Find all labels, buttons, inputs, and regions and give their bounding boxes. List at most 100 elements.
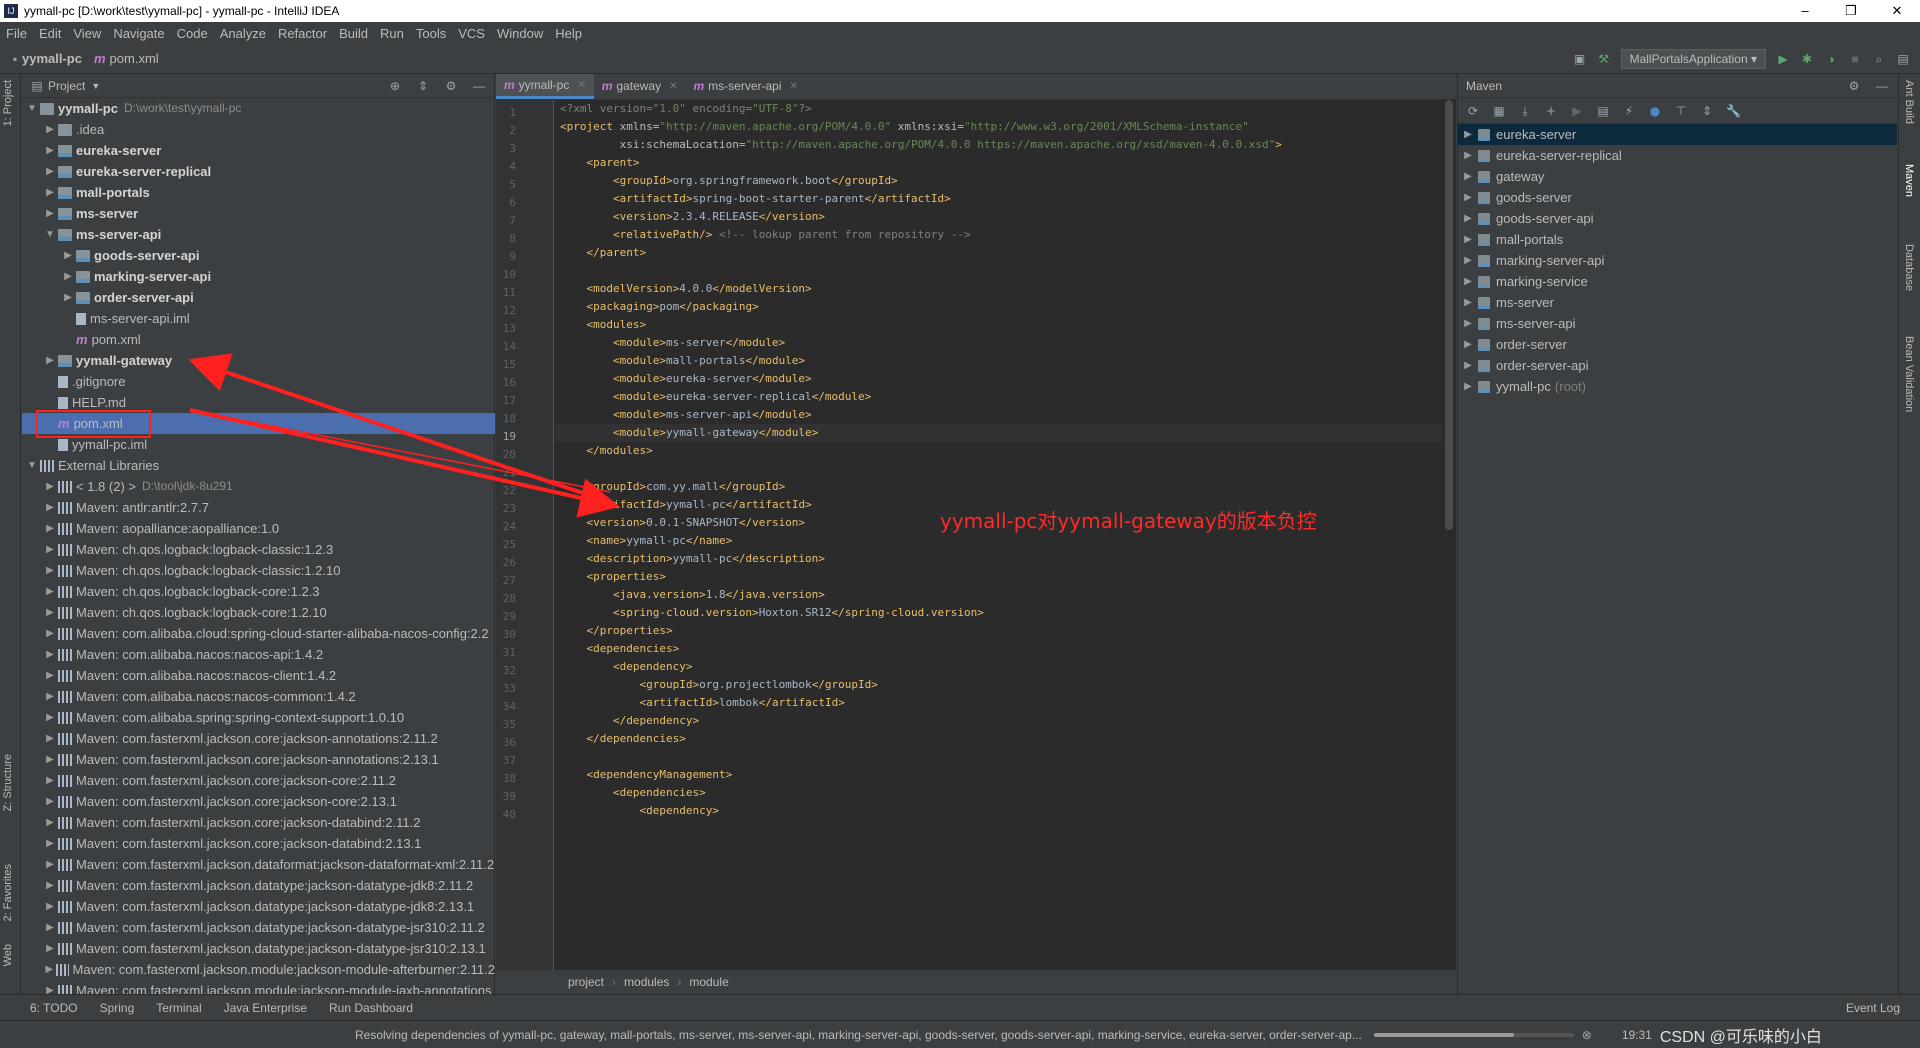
close-tab-icon[interactable]: ✕ <box>790 74 798 99</box>
hide-icon[interactable]: — <box>472 79 486 93</box>
tree-item[interactable]: ▶ eureka-server-replical <box>22 161 495 182</box>
tab-database[interactable]: Database <box>1903 244 1915 291</box>
chevron-down-icon[interactable]: ▼ <box>26 455 38 476</box>
chevron-right-icon[interactable]: ▶ <box>44 917 56 938</box>
code-line[interactable]: <version>0.0.1-SNAPSHOT</version> <box>560 514 806 532</box>
minimize-button[interactable]: – <box>1782 3 1828 19</box>
execute-goal-icon[interactable]: ▤ <box>1596 104 1610 118</box>
chevron-right-icon[interactable]: ▶ <box>62 245 74 266</box>
code-line[interactable]: <artifactId>yymall-pc</artifactId> <box>560 496 812 514</box>
chevron-right-icon[interactable]: ▶ <box>44 539 56 560</box>
chevron-right-icon[interactable]: ▶ <box>44 707 56 728</box>
code-line[interactable]: <modules> <box>560 316 647 334</box>
chevron-right-icon[interactable]: ▶ <box>44 560 56 581</box>
tree-item[interactable]: ▶ goods-server-api <box>22 245 495 266</box>
code-line[interactable]: xsi:schemaLocation="http://maven.apache.… <box>560 136 1282 154</box>
tab-terminal[interactable]: Terminal <box>156 1001 201 1015</box>
tree-item[interactable]: m pom.xml <box>22 329 495 350</box>
tree-item[interactable]: ▶ marking-server-api <box>22 266 495 287</box>
chevron-right-icon[interactable]: ▶ <box>1458 124 1478 145</box>
chevron-right-icon[interactable]: ▶ <box>44 581 56 602</box>
tree-item[interactable]: ▶ mall-portals <box>22 182 495 203</box>
chevron-right-icon[interactable]: ▶ <box>1458 208 1478 229</box>
tree-item[interactable]: ▼ External Libraries <box>22 455 495 476</box>
collapse-all-icon[interactable]: ⇕ <box>416 79 430 93</box>
collapse-all-icon[interactable]: ⇕ <box>1700 104 1714 118</box>
menu-file[interactable]: File <box>0 26 33 41</box>
code-line[interactable]: <packaging>pom</packaging> <box>560 298 759 316</box>
code-line[interactable]: <relativePath/> <!-- lookup parent from … <box>560 226 971 244</box>
breadcrumb-item[interactable]: modules <box>624 975 669 989</box>
maven-project-item[interactable]: ▶ order-server <box>1458 334 1897 355</box>
tree-item[interactable]: ▶ Maven: ch.qos.logback:logback-core:1.2.… <box>22 602 495 623</box>
tab-todo[interactable]: 6: TODO <box>30 1001 78 1015</box>
tree-item[interactable]: ▶ Maven: com.alibaba.nacos:nacos-client:1… <box>22 665 495 686</box>
code-line[interactable]: <project xmlns="http://maven.apache.org/… <box>560 118 1249 136</box>
tree-item[interactable]: ▶ ms-server <box>22 203 495 224</box>
coverage-icon[interactable]: ◑ <box>1824 52 1838 66</box>
chevron-right-icon[interactable]: ▶ <box>1458 313 1478 334</box>
tree-item[interactable]: ▶ Maven: com.fasterxml.jackson.dataformat… <box>22 854 495 875</box>
chevron-right-icon[interactable]: ▶ <box>1458 292 1478 313</box>
project-view-select[interactable]: Project <box>48 79 85 93</box>
chevron-right-icon[interactable]: ▶ <box>44 728 56 749</box>
run-icon[interactable]: ▶ <box>1776 52 1790 66</box>
tree-item[interactable]: ▶ order-server-api <box>22 287 495 308</box>
tab-favorites[interactable]: 2: Favorites <box>2 864 14 921</box>
menu-window[interactable]: Window <box>491 26 549 41</box>
tree-item[interactable]: ▶ Maven: ch.qos.logback:logback-classic:1… <box>22 560 495 581</box>
code-line[interactable]: </dependency> <box>560 712 699 730</box>
maximize-button[interactable]: ❐ <box>1828 3 1874 19</box>
chevron-right-icon[interactable]: ▶ <box>1458 145 1478 166</box>
chevron-right-icon[interactable]: ▶ <box>44 476 56 497</box>
tree-item[interactable]: ▶ Maven: com.fasterxml.jackson.core:jacks… <box>22 833 495 854</box>
maven-project-item[interactable]: ▶ gateway <box>1458 166 1897 187</box>
chevron-right-icon[interactable]: ▶ <box>44 686 56 707</box>
tree-item[interactable]: ▶ Maven: aopalliance:aopalliance:1.0 <box>22 518 495 539</box>
chevron-right-icon[interactable]: ▶ <box>44 791 56 812</box>
chevron-right-icon[interactable]: ▶ <box>44 140 56 161</box>
code-line[interactable]: </dependencies> <box>560 730 686 748</box>
chevron-right-icon[interactable]: ▶ <box>44 875 56 896</box>
generate-sources-icon[interactable]: ▦ <box>1492 104 1506 118</box>
chevron-right-icon[interactable]: ▶ <box>44 350 56 371</box>
reload-icon[interactable]: ⟳ <box>1466 104 1480 118</box>
chevron-right-icon[interactable]: ▶ <box>1458 166 1478 187</box>
chevron-right-icon[interactable]: ▶ <box>44 182 56 203</box>
tab-event-log[interactable]: Event Log <box>1846 1001 1920 1015</box>
menu-navigate[interactable]: Navigate <box>107 26 170 41</box>
tree-item[interactable]: ▶ Maven: antlr:antlr:2.7.7 <box>22 497 495 518</box>
code-line[interactable]: </properties> <box>560 622 673 640</box>
tree-item[interactable]: ▶ Maven: com.fasterxml.jackson.datatype:j… <box>22 938 495 959</box>
tree-item[interactable]: ▶ Maven: com.fasterxml.jackson.module:jac… <box>22 959 495 980</box>
code-line[interactable]: <groupId>com.yy.mall</groupId> <box>560 478 786 496</box>
debug-icon[interactable]: ✱ <box>1800 52 1814 66</box>
breadcrumb-item[interactable]: project <box>568 975 604 989</box>
chevron-right-icon[interactable]: ▶ <box>44 203 56 224</box>
code-line[interactable]: </modules> <box>560 442 653 460</box>
chevron-right-icon[interactable]: ▶ <box>44 644 56 665</box>
code-line[interactable]: <dependencies> <box>560 640 680 658</box>
tree-item[interactable]: ▶ Maven: com.fasterxml.jackson.core:jacks… <box>22 791 495 812</box>
nav-crumb-file[interactable]: m pom.xml <box>86 51 163 66</box>
maven-project-item[interactable]: ▶ eureka-server-replical <box>1458 145 1897 166</box>
close-button[interactable]: ✕ <box>1874 3 1920 19</box>
gear-icon[interactable]: ⚙ <box>444 79 458 93</box>
chevron-right-icon[interactable]: ▶ <box>1458 334 1478 355</box>
editor-tab[interactable]: m ms-server-api ✕ <box>686 74 806 99</box>
build-hammer-icon[interactable]: ⚒ <box>1597 52 1611 66</box>
chevron-right-icon[interactable]: ▶ <box>44 938 56 959</box>
maven-project-item[interactable]: ▶ marking-server-api <box>1458 250 1897 271</box>
chevron-right-icon[interactable]: ▶ <box>44 518 56 539</box>
maven-project-item[interactable]: ▶ yymall-pc (root) <box>1458 376 1897 397</box>
tree-item[interactable]: ▶ Maven: ch.qos.logback:logback-classic:1… <box>22 539 495 560</box>
chevron-right-icon[interactable]: ▶ <box>44 602 56 623</box>
nav-crumb-project[interactable]: ▪ yymall-pc <box>0 51 86 66</box>
tree-item[interactable]: ▶ .idea <box>22 119 495 140</box>
cancel-icon[interactable]: ⊗ <box>1580 1028 1594 1042</box>
tab-ant-build[interactable]: Ant Build <box>1903 80 1915 124</box>
maven-project-item[interactable]: ▶ goods-server <box>1458 187 1897 208</box>
code-line[interactable]: <description>yymall-pc</description> <box>560 550 825 568</box>
maven-project-item[interactable]: ▶ goods-server-api <box>1458 208 1897 229</box>
code-line[interactable]: <dependencyManagement> <box>560 766 733 784</box>
